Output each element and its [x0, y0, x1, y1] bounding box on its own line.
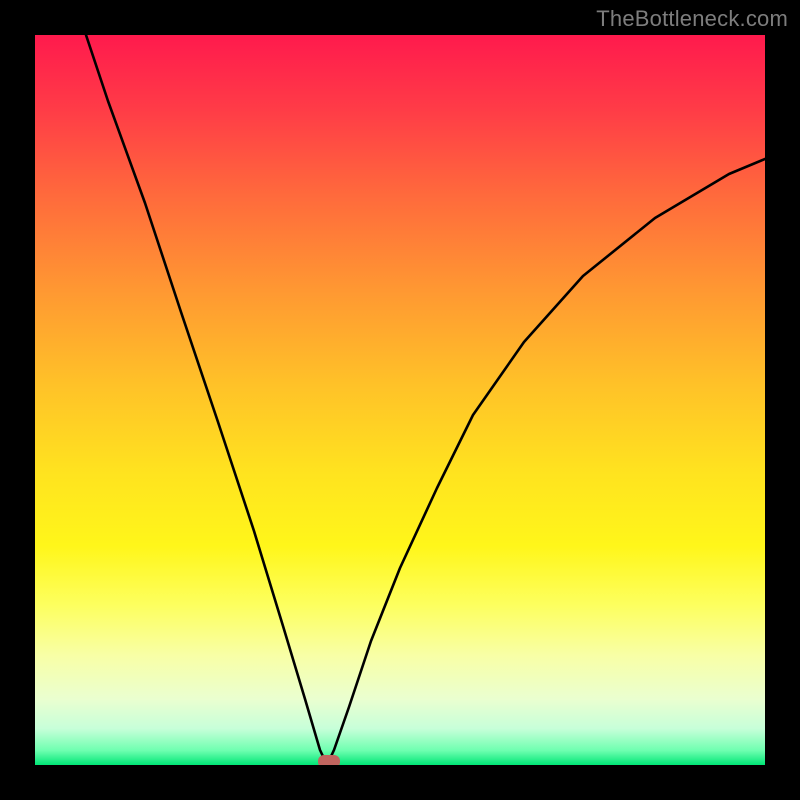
plot-area — [35, 35, 765, 765]
bottleneck-curve — [86, 35, 765, 765]
curve-svg — [35, 35, 765, 765]
chart-frame: TheBottleneck.com — [0, 0, 800, 800]
watermark-text: TheBottleneck.com — [596, 6, 788, 32]
minimum-marker — [318, 755, 340, 765]
